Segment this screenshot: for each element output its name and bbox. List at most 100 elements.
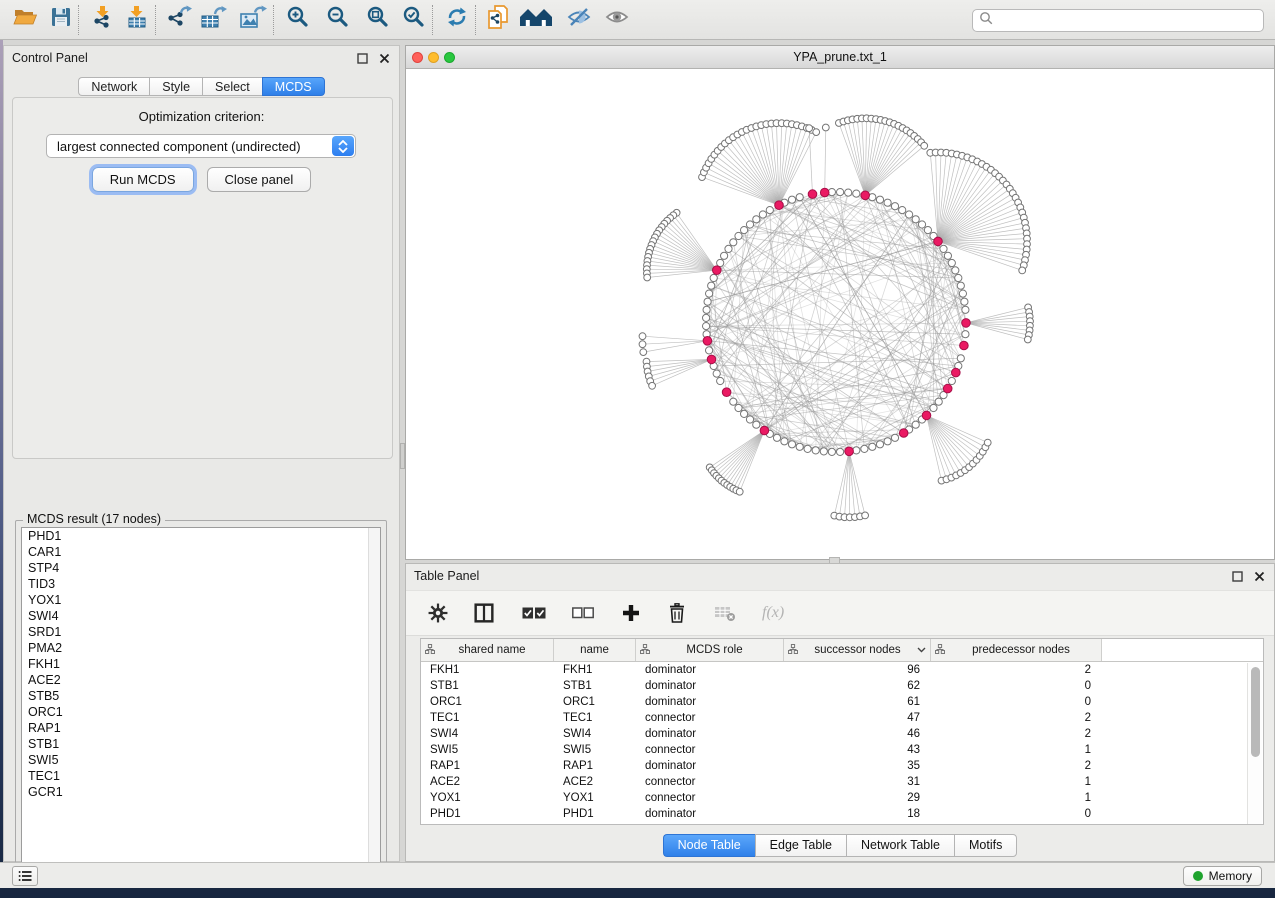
export-network-button[interactable] [166, 4, 192, 36]
column-header-predecessor-nodes[interactable]: predecessor nodes [931, 639, 1102, 661]
mcds-result-item[interactable]: FKH1 [22, 656, 380, 672]
zoom-selected-icon [402, 5, 426, 34]
clone-network-icon [486, 4, 510, 35]
hide-graphics-details-button[interactable] [566, 4, 592, 36]
tab-select[interactable]: Select [202, 77, 262, 96]
table-row[interactable]: RAP1RAP1dominator352 [421, 758, 1263, 774]
criterion-select[interactable]: largest connected component (undirected) [46, 134, 356, 158]
delete-column-button[interactable] [668, 603, 686, 623]
task-history-button[interactable] [12, 866, 38, 886]
close-panel-icon[interactable] [378, 52, 391, 65]
table-row[interactable]: PHD1PHD1dominator180 [421, 806, 1263, 822]
deselect-all-checkboxes-button[interactable] [572, 607, 594, 619]
mcds-result-item[interactable]: SWI5 [22, 752, 380, 768]
mcds-result-item[interactable]: ORC1 [22, 704, 380, 720]
search-input[interactable] [997, 12, 1263, 30]
cell-name: PHD1 [554, 806, 636, 822]
mcds-result-item[interactable]: PHD1 [22, 528, 380, 544]
export-image-button[interactable] [239, 4, 267, 36]
cell-successor-nodes: 18 [784, 806, 931, 822]
memory-button[interactable]: Memory [1183, 866, 1262, 886]
tab-style[interactable]: Style [149, 77, 202, 96]
select-all-checkboxes-button[interactable] [522, 606, 546, 620]
column-header-shared-name[interactable]: shared name [421, 639, 554, 661]
cell-name: FKH1 [554, 662, 636, 678]
delete-table-button [714, 604, 736, 622]
float-panel-icon[interactable] [356, 52, 369, 65]
cell-successor-nodes: 62 [784, 678, 931, 694]
minimize-window-light[interactable] [428, 52, 439, 63]
table-row[interactable]: FKH1FKH1dominator962 [421, 662, 1263, 678]
table-row[interactable]: ACE2ACE2connector311 [421, 774, 1263, 790]
close-panel-button[interactable]: Close panel [207, 167, 312, 192]
table-row[interactable]: ORC1ORC1dominator610 [421, 694, 1263, 710]
cell-mcds-role: dominator [636, 678, 784, 694]
mcds-result-item[interactable]: STB1 [22, 736, 380, 752]
zoom-out-button[interactable] [326, 4, 350, 36]
control-panel: Control Panel NetworkStyleSelectMCDS Opt… [3, 45, 400, 862]
column-header-mcds-role[interactable]: MCDS role [636, 639, 784, 661]
network-canvas[interactable] [406, 69, 1274, 559]
tab-edge-table[interactable]: Edge Table [755, 834, 846, 857]
cell-shared-name: ORC1 [421, 694, 554, 710]
shared-column-icon [640, 644, 650, 657]
status-bar: Memory [0, 862, 1275, 888]
table-row[interactable]: SWI5SWI5connector431 [421, 742, 1263, 758]
mcds-result-item[interactable]: YOX1 [22, 592, 380, 608]
export-table-button[interactable] [200, 4, 227, 36]
zoom-in-button[interactable] [286, 4, 310, 36]
show-graphics-details-button[interactable] [604, 4, 630, 36]
mcds-result-item[interactable]: TEC1 [22, 768, 380, 784]
clone-network-button[interactable] [486, 4, 510, 36]
zoom-selected-button[interactable] [402, 4, 426, 36]
list-scrollbar[interactable] [368, 528, 380, 874]
zoom-window-light[interactable] [444, 52, 455, 63]
mcds-result-item[interactable]: SRD1 [22, 624, 380, 640]
add-column-button[interactable] [622, 604, 640, 622]
mcds-result-item[interactable]: GCR1 [22, 784, 380, 800]
cell-shared-name: STB1 [421, 678, 554, 694]
network-overview-button[interactable] [518, 4, 554, 36]
mcds-result-item[interactable]: CAR1 [22, 544, 380, 560]
mcds-result-item[interactable]: SWI4 [22, 608, 380, 624]
column-header-name[interactable]: name [554, 639, 636, 661]
sort-descending-icon [917, 644, 926, 656]
close-window-light[interactable] [412, 52, 423, 63]
run-mcds-button[interactable]: Run MCDS [92, 167, 194, 192]
search-box[interactable] [972, 9, 1264, 32]
tab-network[interactable]: Network [78, 77, 149, 96]
mcds-result-item[interactable]: STB5 [22, 688, 380, 704]
tab-motifs[interactable]: Motifs [954, 834, 1017, 857]
table-row[interactable]: TEC1TEC1connector472 [421, 710, 1263, 726]
network-view-window: YPA_prune.txt_1 [405, 45, 1275, 560]
mcds-result-item[interactable]: ACE2 [22, 672, 380, 688]
close-panel-icon[interactable] [1253, 570, 1266, 583]
refresh-icon [445, 5, 469, 34]
mcds-result-item[interactable]: RAP1 [22, 720, 380, 736]
table-row[interactable]: SWI4SWI4dominator462 [421, 726, 1263, 742]
open-button[interactable] [12, 4, 38, 36]
mcds-result-item[interactable]: PMA2 [22, 640, 380, 656]
settings-button[interactable] [428, 603, 448, 623]
save-button[interactable] [50, 4, 72, 36]
mcds-result-list[interactable]: PHD1CAR1STP4TID3YOX1SWI4SRD1PMA2FKH1ACE2… [21, 527, 381, 875]
float-panel-icon[interactable] [1231, 570, 1244, 583]
table-scrollbar[interactable] [1247, 663, 1262, 824]
table-row[interactable]: YOX1YOX1connector291 [421, 790, 1263, 806]
import-table-button[interactable] [125, 4, 149, 36]
tab-network-table[interactable]: Network Table [846, 834, 954, 857]
network-window-titlebar[interactable]: YPA_prune.txt_1 [406, 46, 1274, 69]
panel-splitter-handle[interactable] [400, 443, 405, 469]
criterion-selected-value: largest connected component (undirected) [57, 139, 301, 154]
mcds-result-item[interactable]: TID3 [22, 576, 380, 592]
tab-mcds[interactable]: MCDS [262, 77, 325, 96]
scrollbar-thumb[interactable] [1251, 667, 1260, 757]
refresh-button[interactable] [445, 4, 469, 36]
import-network-button[interactable] [91, 4, 115, 36]
zoom-fit-button[interactable] [366, 4, 390, 36]
column-header-successor-nodes[interactable]: successor nodes [784, 639, 931, 661]
column-layout-button[interactable] [474, 603, 494, 623]
mcds-result-item[interactable]: STP4 [22, 560, 380, 576]
table-row[interactable]: STB1STB1dominator620 [421, 678, 1263, 694]
tab-node-table[interactable]: Node Table [663, 834, 755, 857]
